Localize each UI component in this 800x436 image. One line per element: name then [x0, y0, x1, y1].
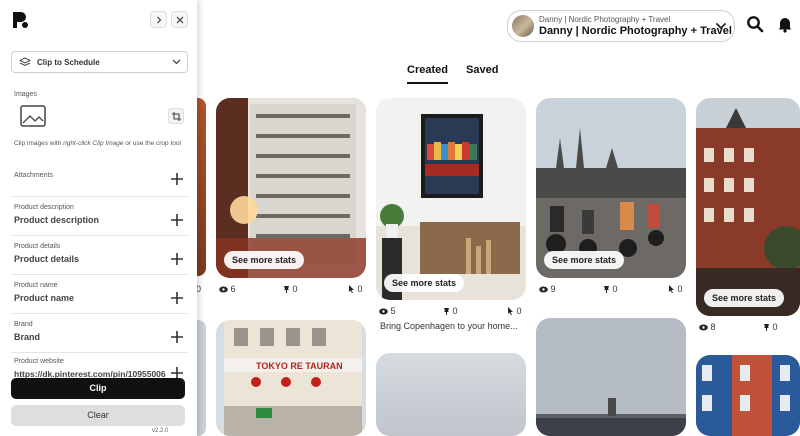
pin-stat-views: 5 — [379, 306, 396, 316]
account-small-name: Danny | Nordic Photography + Travel — [539, 15, 671, 24]
pin-image-tokyo-street[interactable]: TOKYO RE TAURAN — [216, 320, 366, 436]
expand-button[interactable] — [150, 11, 167, 28]
pin-image-cyclists[interactable]: See more stats — [536, 98, 686, 278]
pin-image-poster[interactable]: See more stats — [376, 98, 526, 300]
page: Danny | Nordic Photography + Travel Dann… — [0, 0, 800, 436]
avatar — [512, 15, 534, 37]
pin-stat-views: 9 — [539, 284, 556, 294]
red-buildings-photo — [696, 98, 800, 316]
product-details-field[interactable]: Product details — [14, 254, 79, 264]
product-name-field[interactable]: Product name — [14, 293, 74, 303]
brand-field[interactable]: Brand — [14, 332, 40, 342]
clip-mode-select[interactable]: Clip to Schedule — [11, 51, 188, 73]
pin-caption[interactable]: Bring Copenhagen to your home... — [380, 321, 518, 331]
blue-buildings-photo — [696, 355, 800, 436]
click-icon — [669, 285, 674, 293]
pin-image-harbour[interactable] — [536, 318, 686, 436]
pin-icon — [764, 324, 769, 331]
clip-mode-label: Clip to Schedule — [37, 58, 100, 67]
add-product-name-button[interactable] — [170, 291, 184, 305]
close-button[interactable] — [171, 11, 188, 28]
pin-stat-views: 8 — [699, 322, 716, 332]
pin-stat-saves: 0 — [763, 322, 778, 332]
crop-button[interactable] — [168, 108, 184, 124]
product-name-label: Product name — [14, 282, 58, 289]
divider — [11, 196, 188, 197]
bell-icon[interactable] — [776, 15, 794, 33]
divider — [11, 235, 188, 236]
pin-icon — [284, 286, 289, 293]
version-label: v2.2.0 — [152, 428, 169, 434]
divider — [11, 352, 188, 353]
pin-stat-clicks: 0 — [507, 306, 522, 316]
tab-saved[interactable]: Saved — [466, 64, 498, 76]
pin-icon — [444, 308, 449, 315]
add-attachment-button[interactable] — [170, 172, 184, 186]
pin-stat-views: 6 — [219, 284, 236, 294]
harbour-photo — [536, 318, 686, 436]
clipper-panel: Clip to Schedule Images Clip images with… — [0, 0, 197, 436]
street-photo: TOKYO RE TAURAN — [216, 320, 366, 436]
pin-stat-clicks: 0 — [348, 284, 363, 294]
divider — [11, 274, 188, 275]
pin-image-sky[interactable] — [376, 353, 526, 436]
account-switcher[interactable]: Danny | Nordic Photography + Travel Dann… — [507, 10, 735, 42]
product-website-label: Product website — [14, 358, 64, 365]
clip-note-emphasis: right-click Clip Image — [63, 140, 124, 147]
close-icon — [176, 16, 183, 23]
product-description-field[interactable]: Product description — [14, 215, 99, 225]
pin-stat-clicks: 0 — [668, 284, 683, 294]
eye-icon — [539, 286, 548, 293]
chevron-down-icon — [172, 59, 181, 65]
account-name: Danny | Nordic Photography + Travel — [539, 25, 732, 37]
see-more-stats-button[interactable]: See more stats — [704, 289, 785, 307]
see-more-stats-button[interactable]: See more stats — [224, 251, 305, 269]
see-more-stats-button[interactable]: See more stats — [544, 251, 625, 269]
product-description-label: Product description — [14, 204, 74, 211]
product-details-label: Product details — [14, 243, 61, 250]
attachments-label: Attachments — [14, 172, 53, 179]
brand-label: Brand — [14, 321, 33, 328]
tab-created[interactable]: Created — [407, 64, 448, 84]
pin-stat-saves: 0 — [443, 306, 458, 316]
image-placeholder-icon — [20, 105, 46, 127]
chevron-right-icon — [156, 16, 161, 23]
eye-icon — [379, 308, 388, 315]
clip-button[interactable]: Clip — [11, 378, 185, 399]
eye-icon — [219, 286, 228, 293]
clip-note-text: Clip images with — [14, 140, 64, 147]
divider — [11, 313, 188, 314]
add-product-details-button[interactable] — [170, 252, 184, 266]
crop-icon — [171, 111, 181, 121]
pin-image-building[interactable]: See more stats — [216, 98, 366, 278]
poster-photo — [376, 98, 526, 300]
images-label: Images — [14, 91, 37, 98]
chevron-down-icon — [716, 23, 726, 30]
layers-icon — [19, 57, 31, 67]
clip-note-text: or use the crop tool — [123, 140, 181, 147]
eye-icon — [699, 324, 708, 331]
clear-button[interactable]: Clear — [11, 405, 185, 426]
svg-text:TOKYO RE TAURAN: TOKYO RE TAURAN — [256, 361, 343, 371]
clip-images-note: Clip images with right-click Clip Image … — [14, 139, 184, 148]
add-product-description-button[interactable] — [170, 213, 184, 227]
search-icon[interactable] — [746, 15, 764, 33]
pin-image-blue-buildings[interactable] — [696, 355, 800, 436]
pin-image-red-buildings[interactable]: See more stats — [696, 98, 800, 316]
pin-stat-saves: 0 — [283, 284, 298, 294]
see-more-stats-button[interactable]: See more stats — [384, 274, 465, 292]
pin-stat-saves: 0 — [603, 284, 618, 294]
add-brand-button[interactable] — [170, 330, 184, 344]
logo-icon — [13, 12, 28, 28]
click-icon — [349, 285, 354, 293]
click-icon — [508, 307, 513, 315]
pin-icon — [604, 286, 609, 293]
